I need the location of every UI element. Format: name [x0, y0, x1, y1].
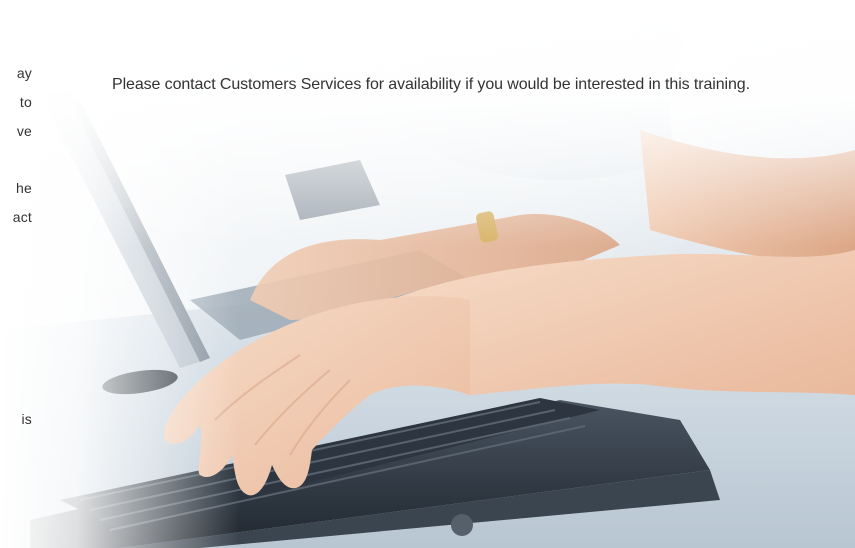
availability-notice-text: Please contact Customers Services for av…	[112, 76, 750, 93]
text-fragment: act	[12, 209, 32, 225]
text-fragment: is	[21, 411, 32, 427]
left-text-column-fragment: ay to ve he act is	[0, 0, 60, 548]
availability-notice: Please contact Customers Services for av…	[112, 70, 762, 99]
text-fragment: ay	[16, 65, 32, 81]
text-fragment: to	[19, 94, 32, 110]
text-fragment: he	[16, 180, 32, 196]
text-fragment: ve	[16, 123, 32, 139]
